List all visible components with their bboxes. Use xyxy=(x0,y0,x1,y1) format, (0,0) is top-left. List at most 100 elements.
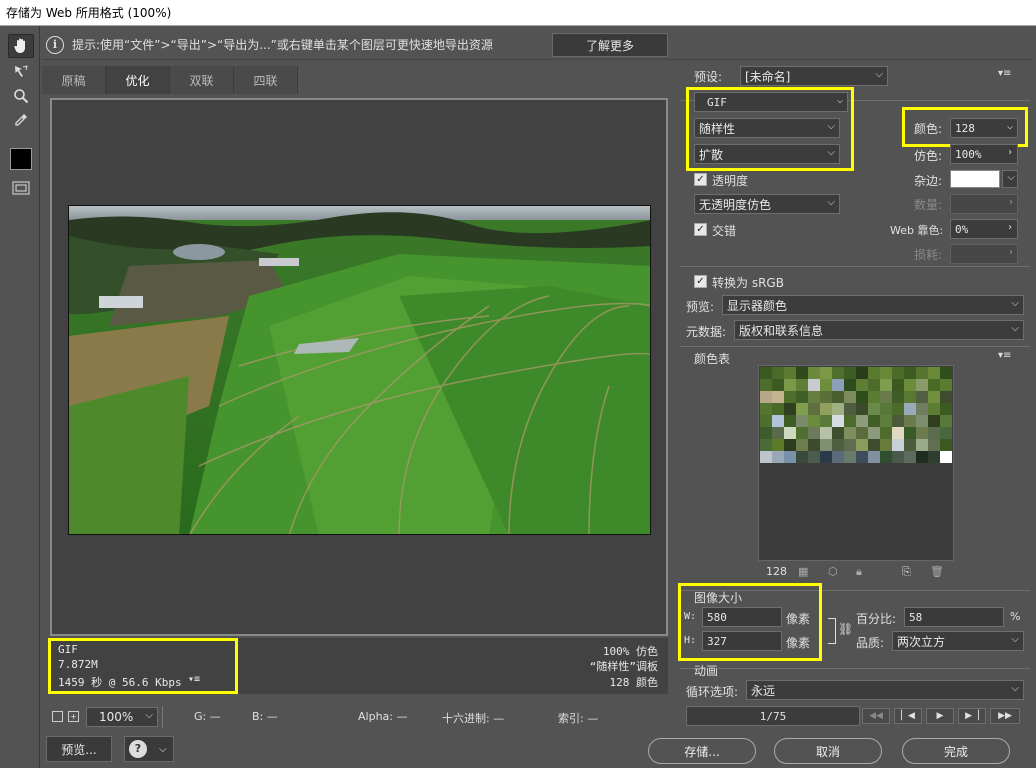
color-swatch[interactable] xyxy=(868,427,880,439)
color-swatch[interactable] xyxy=(928,427,940,439)
color-swatch[interactable] xyxy=(760,367,772,379)
color-swatch[interactable] xyxy=(880,427,892,439)
color-swatch[interactable] xyxy=(760,415,772,427)
color-swatch[interactable] xyxy=(904,379,916,391)
color-swatch[interactable] xyxy=(820,427,832,439)
cancel-button[interactable]: 取消 xyxy=(774,738,882,764)
color-swatch[interactable] xyxy=(784,415,796,427)
color-swatch[interactable] xyxy=(880,403,892,415)
color-swatch[interactable] xyxy=(808,379,820,391)
color-swatch[interactable] xyxy=(808,415,820,427)
first-frame-button[interactable]: ◀◀ xyxy=(862,708,890,724)
eyedropper-tool-icon[interactable] xyxy=(8,108,34,132)
color-swatch[interactable] xyxy=(940,415,952,427)
color-swatch[interactable] xyxy=(760,451,772,463)
color-swatch[interactable] xyxy=(832,451,844,463)
color-swatch[interactable] xyxy=(784,367,796,379)
zoom-in-icon[interactable]: + xyxy=(68,711,79,722)
color-swatch[interactable] xyxy=(784,403,796,415)
color-swatch[interactable] xyxy=(844,415,856,427)
color-table-menu-icon[interactable]: ▾≡ xyxy=(998,350,1011,361)
tab-optimized[interactable]: 优化 xyxy=(106,66,170,94)
color-swatch[interactable] xyxy=(916,367,928,379)
metadata-select[interactable]: 版权和联系信息 ⌵ xyxy=(734,320,1024,340)
dither-amount-select[interactable]: 100% › xyxy=(950,144,1018,164)
color-swatch[interactable] xyxy=(868,451,880,463)
color-swatch[interactable] xyxy=(796,379,808,391)
color-swatch[interactable] xyxy=(928,379,940,391)
save-button[interactable]: 存储... xyxy=(648,738,756,764)
color-swatch[interactable] xyxy=(856,367,868,379)
preview-select[interactable]: 显示器颜色 ⌵ xyxy=(722,295,1024,315)
color-swatch[interactable] xyxy=(880,391,892,403)
color-swatch[interactable] xyxy=(808,403,820,415)
color-swatch[interactable] xyxy=(940,439,952,451)
web-shift-icon[interactable]: ⬡ xyxy=(828,565,838,578)
color-swatch[interactable] xyxy=(820,403,832,415)
color-swatch[interactable] xyxy=(796,367,808,379)
browser-preview-button[interactable]: ? ⌵ xyxy=(124,736,174,762)
eyedropper-color-swatch[interactable] xyxy=(10,148,32,170)
web-snap-select[interactable]: 0% › xyxy=(950,219,1018,239)
color-swatch[interactable] xyxy=(772,403,784,415)
color-swatch[interactable] xyxy=(868,415,880,427)
color-swatch[interactable] xyxy=(892,415,904,427)
color-swatch[interactable] xyxy=(904,415,916,427)
color-swatch[interactable] xyxy=(796,427,808,439)
loop-select[interactable]: 永远 ⌵ xyxy=(746,680,1024,700)
map-to-transparent-icon[interactable]: ▦ xyxy=(798,565,808,578)
slice-select-tool-icon[interactable] xyxy=(8,60,34,84)
color-swatch[interactable] xyxy=(916,391,928,403)
color-swatch[interactable] xyxy=(928,439,940,451)
convert-srgb-checkbox[interactable]: ✓ xyxy=(694,275,707,288)
dither-algorithm-select[interactable]: 扩散 ⌵ xyxy=(694,144,840,164)
color-swatch[interactable] xyxy=(892,391,904,403)
color-swatch[interactable] xyxy=(916,439,928,451)
height-input[interactable]: 327 xyxy=(702,631,782,651)
learn-more-button[interactable]: 了解更多 xyxy=(552,33,668,57)
preview-image[interactable] xyxy=(68,205,651,535)
color-swatch[interactable] xyxy=(856,451,868,463)
color-swatch[interactable] xyxy=(796,415,808,427)
interlaced-checkbox[interactable]: ✓ xyxy=(694,223,707,236)
color-swatch[interactable] xyxy=(796,391,808,403)
color-swatch[interactable] xyxy=(928,415,940,427)
color-swatch[interactable] xyxy=(856,427,868,439)
color-swatch[interactable] xyxy=(808,439,820,451)
color-swatch[interactable] xyxy=(892,427,904,439)
color-swatch[interactable] xyxy=(832,391,844,403)
tab-2-up[interactable]: 双联 xyxy=(170,66,234,94)
width-input[interactable]: 580 xyxy=(702,607,782,627)
color-swatch[interactable] xyxy=(940,403,952,415)
color-swatch[interactable] xyxy=(796,439,808,451)
color-swatch[interactable] xyxy=(940,391,952,403)
color-swatch[interactable] xyxy=(940,451,952,463)
color-swatch[interactable] xyxy=(856,415,868,427)
matte-select[interactable]: ⌵ xyxy=(1002,170,1018,188)
color-swatch[interactable] xyxy=(760,427,772,439)
color-swatch[interactable] xyxy=(820,439,832,451)
color-swatch[interactable] xyxy=(784,379,796,391)
color-swatch[interactable] xyxy=(916,451,928,463)
color-table-swatches[interactable] xyxy=(760,367,952,463)
color-swatch[interactable] xyxy=(892,367,904,379)
color-swatch[interactable] xyxy=(892,379,904,391)
color-swatch[interactable] xyxy=(880,451,892,463)
color-swatch[interactable] xyxy=(760,439,772,451)
previous-frame-button[interactable]: ▏◀ xyxy=(894,708,922,724)
color-swatch[interactable] xyxy=(844,379,856,391)
color-swatch[interactable] xyxy=(820,367,832,379)
color-swatch[interactable] xyxy=(880,415,892,427)
percent-input[interactable]: 58 xyxy=(904,607,1004,627)
color-swatch[interactable] xyxy=(904,451,916,463)
color-swatch[interactable] xyxy=(904,439,916,451)
color-reduction-select[interactable]: 随样性 ⌵ xyxy=(694,118,840,138)
color-swatch[interactable] xyxy=(856,379,868,391)
color-swatch[interactable] xyxy=(868,379,880,391)
color-swatch[interactable] xyxy=(844,439,856,451)
color-swatch[interactable] xyxy=(808,391,820,403)
format-select[interactable]: GIF ⌵ xyxy=(694,92,848,112)
color-swatch[interactable] xyxy=(868,391,880,403)
color-swatch[interactable] xyxy=(940,379,952,391)
color-swatch[interactable] xyxy=(928,403,940,415)
